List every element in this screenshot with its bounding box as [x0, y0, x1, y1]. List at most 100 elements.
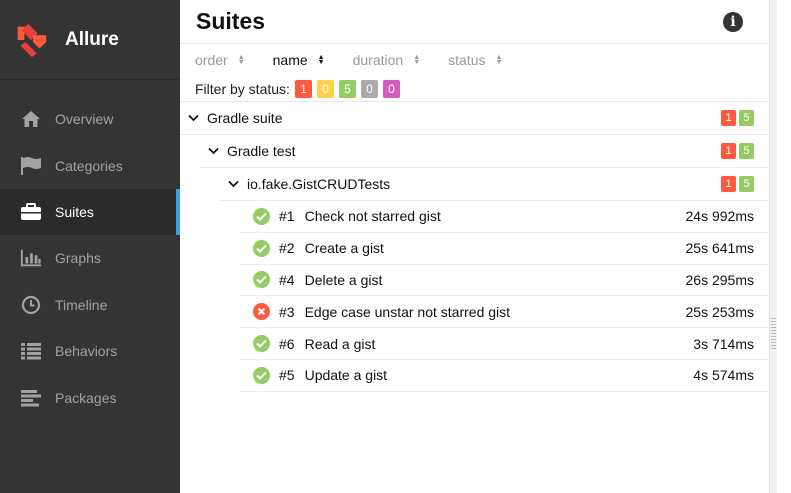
test-name: Create a gist: [304, 240, 384, 257]
test-name: Delete a gist: [304, 271, 383, 288]
passed-check-icon: [253, 271, 270, 289]
allure-logo: [17, 23, 47, 57]
sidebar-item-label: Graphs: [55, 250, 101, 267]
test-case-row[interactable]: #1 Check not starred gist 24s 992ms: [240, 201, 769, 233]
group-counters: 1 5: [718, 176, 754, 192]
test-number: #2: [279, 240, 295, 257]
sidebar-item-categories[interactable]: Categories: [0, 142, 180, 188]
sidebar-item-graphs[interactable]: Graphs: [0, 235, 180, 281]
suites-pane: Suites i order ▲ ▼ name ▲ ▼ duration ▲ ▼ st…: [180, 0, 769, 493]
group-name: Gradle suite: [207, 110, 283, 126]
sidebar-item-suites[interactable]: Suites: [0, 188, 180, 236]
sidebar-item-label: Packages: [55, 389, 117, 406]
test-case-row[interactable]: #5 Update a gist 4s 574ms: [240, 360, 769, 392]
failed-cross-icon: [253, 303, 270, 321]
clock-icon: [20, 294, 42, 316]
test-case-row[interactable]: #3 Edge case unstar not starred gist 25s…: [240, 296, 769, 329]
test-duration: 25s 253ms: [685, 303, 754, 320]
passed-check-icon: [253, 366, 270, 384]
passed-count-badge: 5: [739, 143, 754, 159]
filter-passed-badge[interactable]: 5: [338, 79, 356, 98]
sort-arrows-icon: ▲ ▼: [413, 54, 421, 66]
test-name: Check not starred gist: [304, 208, 441, 225]
test-duration: 26s 295ms: [685, 271, 754, 288]
test-duration: 4s 574ms: [693, 367, 754, 384]
align-left-icon: [20, 387, 42, 409]
test-number: #4: [279, 271, 295, 288]
passed-check-icon: [253, 335, 270, 353]
filter-skipped-badge[interactable]: 0: [360, 79, 378, 98]
test-number: #6: [279, 335, 295, 352]
chevron-down-icon: [208, 147, 220, 155]
failed-count-badge: 1: [721, 110, 736, 126]
sort-duration[interactable]: duration ▲ ▼: [353, 52, 421, 68]
sort-order[interactable]: order ▲ ▼: [195, 52, 245, 68]
test-name: Update a gist: [304, 367, 388, 384]
sidebar-item-label: Behaviors: [55, 343, 118, 360]
splitter-grip-icon[interactable]: [771, 318, 776, 350]
brand[interactable]: Allure: [0, 0, 180, 80]
tree-group-class[interactable]: io.fake.GistCRUDTests 1 5: [220, 168, 769, 201]
briefcase-icon: [20, 201, 42, 223]
test-number: #3: [279, 303, 295, 320]
test-case-row[interactable]: #6 Read a gist 3s 714ms: [240, 328, 769, 360]
chevron-down-icon: [188, 114, 200, 122]
test-number: #5: [279, 367, 295, 384]
sidebar-item-label: Timeline: [55, 296, 108, 313]
group-counters: 1 5: [718, 110, 754, 126]
sidebar-item-behaviors[interactable]: Behaviors: [0, 328, 180, 374]
sidebar-item-label: Suites: [55, 203, 94, 220]
sort-status-label: status: [448, 52, 486, 68]
group-name: io.fake.GistCRUDTests: [247, 176, 391, 192]
passed-count-badge: 5: [739, 110, 754, 126]
sort-arrows-icon: ▲ ▼: [317, 54, 325, 66]
test-name: Edge case unstar not starred gist: [304, 303, 511, 320]
sort-order-label: order: [195, 52, 228, 68]
sort-arrows-icon: ▲ ▼: [495, 54, 503, 66]
tree-group-test[interactable]: Gradle test 1 5: [200, 135, 769, 168]
flag-icon: [20, 155, 42, 177]
test-case-row[interactable]: #4 Delete a gist 26s 295ms: [240, 265, 769, 297]
home-icon: [20, 108, 42, 130]
tree-group-suite[interactable]: Gradle suite 1 5: [180, 102, 769, 135]
brand-name: Allure: [65, 28, 119, 50]
passed-check-icon: [253, 207, 270, 225]
test-duration: 24s 992ms: [685, 208, 754, 225]
filter-unknown-badge[interactable]: 0: [382, 79, 400, 98]
sidebar-item-overview[interactable]: Overview: [0, 96, 180, 142]
sort-arrows-icon: ▲ ▼: [237, 54, 245, 66]
sort-status[interactable]: status ▲ ▼: [448, 52, 502, 68]
sidebar-nav: Overview Categories Suites Graphs Timeli…: [0, 96, 180, 421]
failed-count-badge: 1: [721, 176, 736, 192]
passed-count-badge: 5: [739, 176, 754, 192]
test-case-row[interactable]: #2 Create a gist 25s 641ms: [240, 233, 769, 265]
sidebar-item-packages[interactable]: Packages: [0, 374, 180, 420]
status-filter: Filter by status: 1 0 5 0 0: [180, 76, 769, 102]
sort-duration-label: duration: [352, 52, 404, 68]
info-icon[interactable]: i: [723, 11, 743, 32]
sidebar-item-timeline[interactable]: Timeline: [0, 282, 180, 328]
group-counters: 1 5: [718, 143, 754, 159]
sidebar: Allure Overview Categories Suites Graphs: [0, 0, 180, 493]
sidebar-item-label: Categories: [55, 157, 123, 174]
page-title: Suites: [196, 8, 266, 34]
sort-name[interactable]: name ▲ ▼: [273, 52, 325, 68]
group-name: Gradle test: [227, 143, 296, 159]
filter-broken-badge[interactable]: 0: [316, 79, 334, 98]
filter-failed-badge[interactable]: 1: [294, 79, 312, 98]
suite-tree: Gradle suite 1 5 Gradle test 1 5 io.fake…: [180, 102, 769, 392]
failed-count-badge: 1: [721, 143, 736, 159]
test-name: Read a gist: [304, 335, 376, 352]
filter-label: Filter by status:: [195, 80, 290, 97]
bar-chart-icon: [20, 247, 42, 269]
sort-bar: order ▲ ▼ name ▲ ▼ duration ▲ ▼ status ▲ ▼: [180, 44, 769, 76]
sidebar-item-label: Overview: [55, 111, 114, 128]
test-number: #1: [279, 208, 295, 225]
passed-check-icon: [253, 239, 270, 257]
chevron-down-icon: [228, 180, 240, 188]
pane-splitter[interactable]: [769, 0, 777, 493]
sort-name-label: name: [272, 52, 308, 68]
test-duration: 3s 714ms: [693, 335, 754, 352]
test-duration: 25s 641ms: [685, 240, 754, 257]
pane-header: Suites i: [180, 0, 769, 44]
